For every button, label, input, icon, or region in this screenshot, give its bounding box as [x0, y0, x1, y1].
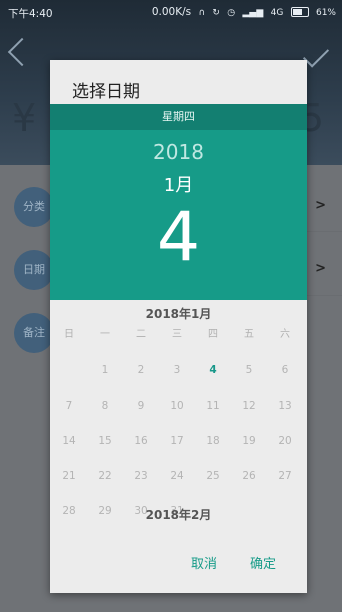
calendar-day-label: 22: [98, 470, 112, 482]
calendar-day[interactable]: 22: [87, 463, 123, 489]
date-picker-dialog: 选择日期 星期四 2018 1月 4 2018年1月 日 一 二 三 四 五 六…: [50, 60, 307, 593]
calendar-day[interactable]: 21: [51, 463, 87, 489]
calendar-day-label: 24: [170, 470, 184, 482]
weekday-header: 日: [64, 329, 74, 340]
network-speed: 0.00K/s: [151, 6, 192, 18]
status-indicators: 0.00K/s ∩ ↻ ◷ ▂▄▆ 4G 61%: [152, 6, 336, 18]
note-row-icon[interactable]: 备注: [14, 313, 54, 353]
currency-symbol: ¥: [12, 96, 37, 140]
weekday-header-row: 日 一 二 三 四 五 六: [50, 322, 307, 348]
calendar-day[interactable]: 14: [51, 428, 87, 454]
calendar-day[interactable]: 16: [123, 428, 159, 454]
calendar-day-label: 2: [137, 364, 145, 376]
status-time: 下午4:40: [8, 8, 53, 20]
calendar-day-label: 12: [242, 400, 256, 412]
calendar-day[interactable]: 26: [231, 463, 267, 489]
calendar-day-label: 3: [173, 364, 181, 376]
weekday-header: 四: [208, 329, 218, 340]
calendar-day[interactable]: 6: [267, 357, 303, 383]
weekday-header: 一: [100, 329, 110, 340]
calendar-day-label: 18: [206, 435, 220, 447]
calendar-day-label: 8: [101, 400, 109, 412]
battery-icon: [290, 7, 309, 17]
calendar-day[interactable]: 2: [123, 357, 159, 383]
selected-year[interactable]: 2018: [50, 140, 307, 164]
calendar-day[interactable]: 3: [159, 357, 195, 383]
calendar-day[interactable]: 27: [267, 463, 303, 489]
signal-icon: ▂▄▆: [242, 8, 264, 18]
calendar-day[interactable]: 12: [231, 393, 267, 419]
calendar-day-label: 4: [209, 364, 217, 376]
calendar-day[interactable]: 7: [51, 393, 87, 419]
calendar-week-row: 7 8 9 10 11 12 13: [50, 393, 307, 419]
calendar-day-label: 9: [137, 400, 145, 412]
calendar-week-row: 21 22 23 24 25 26 27: [50, 463, 307, 489]
calendar-day[interactable]: 4: [195, 355, 231, 385]
weekday-header: 五: [244, 329, 254, 340]
calendar-day[interactable]: 13: [267, 393, 303, 419]
selected-weekday: 星期四: [50, 104, 307, 130]
selected-month[interactable]: 1月: [50, 171, 307, 197]
calendar-day[interactable]: 20: [267, 428, 303, 454]
category-row-icon[interactable]: 分类: [14, 187, 54, 227]
calendar-day[interactable]: 23: [123, 463, 159, 489]
calendar-day[interactable]: 11: [195, 393, 231, 419]
status-bar: 下午4:40 0.00K/s ∩ ↻ ◷ ▂▄▆ 4G 61%: [0, 0, 342, 24]
calendar-day-label: 26: [242, 470, 256, 482]
calendar-day-label: 7: [65, 400, 73, 412]
calendar-day-label: 20: [278, 435, 292, 447]
calendar-day[interactable]: 18: [195, 428, 231, 454]
weekday-header: 三: [172, 329, 182, 340]
chevron-right-icon: >: [315, 198, 326, 213]
calendar-day[interactable]: 10: [159, 393, 195, 419]
calendar-day-label: 27: [278, 470, 292, 482]
calendar-day-label: 10: [170, 400, 184, 412]
calendar-day-label: 1: [101, 364, 109, 376]
calendar-week-row: 1 2 3 4 5 6: [50, 355, 307, 385]
calendar-day-label: 5: [245, 364, 253, 376]
calendar-day-label: 11: [206, 400, 220, 412]
calendar-day-label: 14: [62, 435, 76, 447]
selected-day[interactable]: 4: [50, 198, 307, 278]
calendar-day[interactable]: 25: [195, 463, 231, 489]
calendar-day-label: 25: [206, 470, 220, 482]
dialog-title: 选择日期: [72, 82, 140, 102]
alarm-icon: ◷: [227, 8, 236, 18]
calendar-day-label: 16: [134, 435, 148, 447]
calendar-day[interactable]: 8: [87, 393, 123, 419]
calendar-day[interactable]: 17: [159, 428, 195, 454]
calendar-day-label: 21: [62, 470, 76, 482]
selected-date-header: 星期四 2018 1月 4: [50, 104, 307, 300]
calendar-day[interactable]: 5: [231, 357, 267, 383]
calendar-day-label: 19: [242, 435, 256, 447]
calendar-week-row: 14 15 16 17 18 19 20: [50, 428, 307, 454]
calendar-day-label: 6: [281, 364, 289, 376]
chevron-right-icon: >: [315, 261, 326, 276]
calendar-day[interactable]: 1: [87, 357, 123, 383]
cancel-button[interactable]: 取消: [191, 553, 217, 572]
calendar-day-label: 23: [134, 470, 148, 482]
calendar-day[interactable]: 19: [231, 428, 267, 454]
weekday-header: 二: [136, 329, 146, 340]
calendar-day[interactable]: 9: [123, 393, 159, 419]
headphone-icon: ∩: [198, 8, 206, 18]
network-type: 4G: [270, 8, 284, 18]
calendar-month-title: 2018年1月: [145, 307, 212, 321]
calendar-day[interactable]: 24: [159, 463, 195, 489]
battery-level: 61%: [315, 8, 336, 18]
ok-button[interactable]: 确定: [250, 553, 276, 572]
calendar-day-label: 15: [98, 435, 112, 447]
calendar-day[interactable]: 15: [87, 428, 123, 454]
sync-icon: ↻: [212, 8, 220, 18]
next-month-title: 2018年2月: [145, 508, 212, 522]
date-row-icon[interactable]: 日期: [14, 250, 54, 290]
calendar-day-label: 17: [170, 435, 184, 447]
weekday-header: 六: [280, 329, 290, 340]
calendar-day-label: 13: [278, 400, 292, 412]
